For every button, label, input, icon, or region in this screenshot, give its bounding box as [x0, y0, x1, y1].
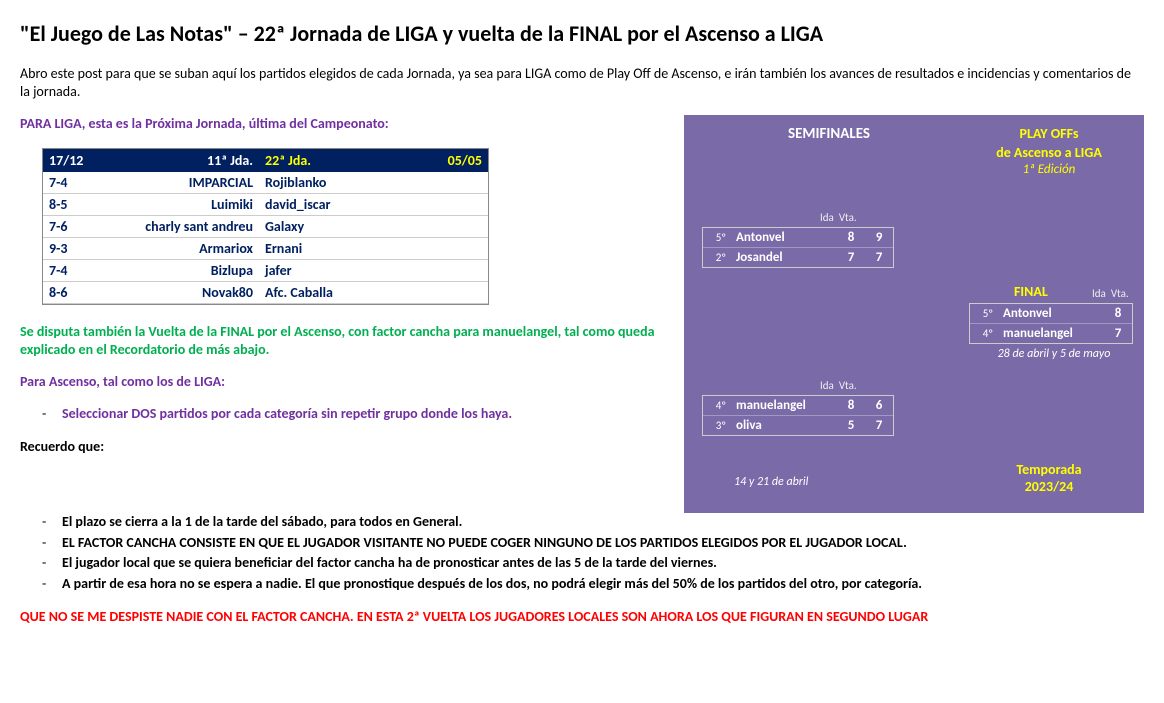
recuerdo-item: EL FACTOR CANCHA CONSISTE EN QUE EL JUGA…: [62, 534, 1144, 553]
liga-heading: PARA LIGA, esta es la Próxima Jornada, ú…: [20, 115, 676, 133]
ascenso-rule: Seleccionar DOS partidos por cada catego…: [62, 405, 676, 424]
bracket-row: 5ºAntonvel8: [970, 304, 1132, 324]
playoff-edition: 1ª Edición: [964, 162, 1134, 179]
bracket-row: 4ºmanuelangel86: [703, 396, 893, 416]
bracket-row: 5ºAntonvel89: [703, 228, 893, 248]
vta-label-2: Vta.: [839, 379, 857, 392]
liga-row: 9-3ArmarioxErnani: [43, 237, 488, 259]
vta-label-f: Vta.: [1111, 287, 1129, 300]
ascenso-heading: Para Ascenso, tal como los de LIGA:: [20, 373, 676, 391]
recuerdo-item: A partir de esa hora no se espera a nadi…: [62, 575, 1144, 594]
final-label: FINAL: [1014, 283, 1048, 300]
vta-label-1: Vta.: [839, 211, 857, 224]
liga-table: 17/12 11ª Jda. 22ª Jda. 05/05 7-4IMPARCI…: [42, 148, 489, 305]
ida-label-2: Ida: [820, 379, 834, 392]
liga-th-date2: 05/05: [421, 149, 488, 172]
season-label: Temporada: [964, 461, 1134, 478]
warning-text: QUE NO SE ME DESPISTE NADIE CON EL FACTO…: [20, 608, 1144, 626]
ida-label-f: Ida: [1092, 287, 1106, 300]
page-title: "El Juego de Las Notas" – 22ª Jornada de…: [20, 20, 1144, 47]
liga-th-jda2: 22ª Jda.: [259, 149, 421, 172]
liga-row: 8-5Luimikidavid_iscar: [43, 193, 488, 215]
semifinals-label: SEMIFINALES: [694, 125, 964, 178]
liga-th-date1: 17/12: [43, 149, 97, 172]
semi-date: 14 y 21 de abril: [734, 475, 808, 489]
semi2-box: 4ºmanuelangel863ºoliva57: [702, 395, 894, 436]
semi1-box: 5ºAntonvel892ºJosandel77: [702, 227, 894, 268]
liga-th-jda1: 11ª Jda.: [97, 149, 259, 172]
recuerdo-list: El plazo se cierra a la 1 de la tarde de…: [20, 513, 1144, 595]
final-box: 5ºAntonvel84ºmanuelangel7: [969, 303, 1133, 344]
bracket-row: 3ºoliva57: [703, 415, 893, 435]
liga-row: 7-4IMPARCIALRojiblanko: [43, 172, 488, 194]
liga-row: 7-6charly sant andreuGalaxy: [43, 215, 488, 237]
final-date: 28 de abril y 5 de mayo: [974, 347, 1134, 361]
season-year: 2023/24: [964, 478, 1134, 495]
playoff-title-1: PLAY OFFs: [964, 125, 1134, 143]
bracket-row: 2ºJosandel77: [703, 247, 893, 267]
intro-text: Abro este post para que se suban aquí lo…: [20, 65, 1144, 101]
liga-row: 8-6Novak80Afc. Caballa: [43, 281, 488, 303]
recuerdo-label: Recuerdo que:: [20, 438, 676, 456]
ida-label-1: Ida: [820, 211, 834, 224]
playoff-title-2: de Ascenso a LIGA: [964, 144, 1134, 162]
bracket-row: 4ºmanuelangel7: [970, 323, 1132, 343]
ascenso-rule-list: Seleccionar DOS partidos por cada catego…: [20, 405, 676, 424]
playoff-bracket: SEMIFINALES PLAY OFFs de Ascenso a LIGA …: [684, 115, 1144, 512]
recuerdo-item: El jugador local que se quiera beneficia…: [62, 554, 1144, 573]
green-note: Se disputa también la Vuelta de la FINAL…: [20, 323, 676, 359]
liga-row: 7-4Bizlupajafer: [43, 259, 488, 281]
recuerdo-item: El plazo se cierra a la 1 de la tarde de…: [62, 513, 1144, 532]
